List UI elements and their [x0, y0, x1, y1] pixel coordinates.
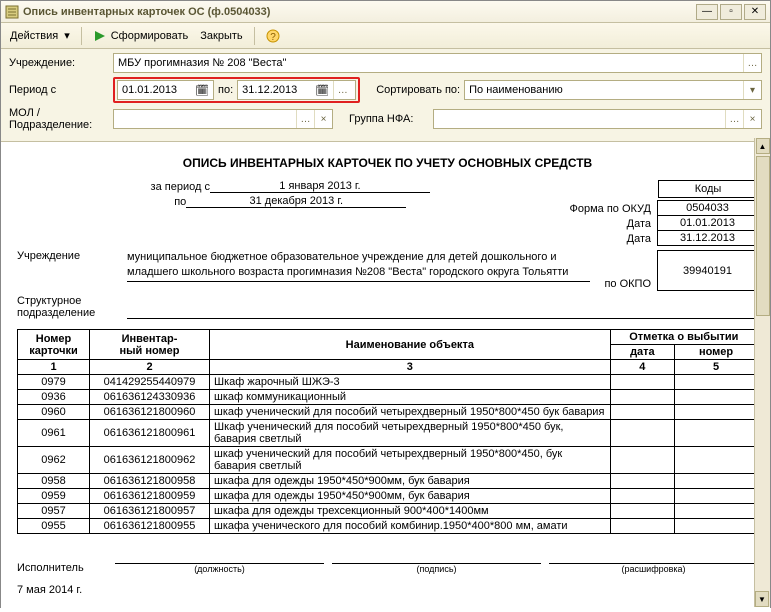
col-obj: Наименование объекта	[210, 330, 611, 360]
scroll-thumb[interactable]	[756, 156, 770, 316]
period-from-value: 1 января 2013 г.	[210, 180, 430, 193]
signature-sign-line	[332, 550, 541, 564]
period-to-prefix: по	[174, 196, 186, 208]
maximize-button[interactable]: ▫	[720, 4, 742, 20]
footer-date: 7 мая 2014 г.	[17, 584, 758, 596]
period-to-value: 31 декабря 2013 г.	[186, 195, 406, 208]
col-out-date: дата	[610, 345, 674, 360]
signature-row: Исполнитель (должность) (подпись) (расши…	[17, 550, 758, 574]
codes-table: Форма по ОКУД0504033 Дата01.01.2013 Дата…	[564, 200, 759, 246]
table-row: 0958061636121800958шкафа для одежды 1950…	[18, 474, 758, 489]
institution-full: муниципальное бюджетное образовательное …	[127, 250, 590, 282]
date-from-field[interactable]: 01.01.2013 🗓	[117, 80, 214, 100]
table-row: 0960061636121800960шкаф ученический для …	[18, 405, 758, 420]
period-label: Период с	[9, 84, 109, 96]
run-button[interactable]: Сформировать	[88, 26, 194, 46]
ellipsis-icon[interactable]: …	[296, 110, 314, 128]
minimize-button[interactable]: —	[696, 4, 718, 20]
close-button[interactable]: ✕	[744, 4, 766, 20]
col-out: Отметка о выбытии	[610, 330, 757, 345]
table-row: 0955061636121800955шкафа ученического дл…	[18, 519, 758, 534]
chevron-down-icon[interactable]: ▾	[743, 81, 761, 99]
table-row: 0959061636121800959шкафа для одежды 1950…	[18, 489, 758, 504]
table-row: 0936061636124330936шкаф коммуникационный	[18, 390, 758, 405]
okpo-block: по ОКПО39940191	[598, 250, 758, 291]
separator	[81, 27, 82, 45]
play-icon	[93, 29, 107, 43]
table-row: 0961061636121800961Шкаф ученический для …	[18, 420, 758, 447]
institution-field[interactable]: МБУ прогимназия № 208 "Веста" …	[113, 53, 762, 73]
help-button[interactable]: ?	[261, 26, 285, 46]
table-row: 0979041429255440979Шкаф жарочный ШЖЭ-3	[18, 375, 758, 390]
app-icon	[5, 5, 19, 19]
ellipsis-icon[interactable]: …	[333, 81, 351, 99]
sort-label: Сортировать по:	[376, 84, 460, 96]
signature-position-line	[115, 550, 324, 564]
group-nfa-field[interactable]: … ×	[433, 109, 762, 129]
codes-header: Коды	[658, 180, 758, 198]
separator	[254, 27, 255, 45]
executor-label: Исполнитель	[17, 562, 107, 574]
struct-value	[127, 305, 758, 319]
date-to-label: по:	[218, 84, 233, 96]
institution-label: Учреждение:	[9, 57, 109, 69]
chevron-down-icon: ▾	[64, 29, 70, 42]
toolbar: Действия ▾ Сформировать Закрыть ?	[1, 23, 770, 49]
mol-field[interactable]: … ×	[113, 109, 333, 129]
date-to-field[interactable]: 31.12.2013 🗓 …	[237, 80, 356, 100]
ellipsis-icon[interactable]: …	[725, 110, 743, 128]
scroll-up-icon[interactable]: ▲	[756, 138, 770, 154]
inventory-table: Номер карточки Инвентар- ный номер Наиме…	[17, 329, 758, 534]
title-bar: Опись инвентарных карточек ОС (ф.0504033…	[1, 1, 770, 23]
calendar-icon[interactable]: 🗓	[195, 84, 209, 97]
help-icon: ?	[266, 29, 280, 43]
table-row: 0962061636121800962шкаф ученический для …	[18, 447, 758, 474]
col-card: Номер карточки	[18, 330, 90, 360]
vertical-scrollbar[interactable]: ▲ ▼	[754, 138, 770, 607]
struct-label: Структурное подразделение	[17, 295, 127, 319]
window-title: Опись инвентарных карточек ОС (ф.0504033…	[23, 6, 694, 18]
report-area: ОПИСЬ ИНВЕНТАРНЫХ КАРТОЧЕК ПО УЧЕТУ ОСНО…	[1, 142, 770, 612]
col-inv: Инвентар- ный номер	[90, 330, 210, 360]
table-row: 0957061636121800957шкафа для одежды трех…	[18, 504, 758, 519]
sort-field[interactable]: По наименованию ▾	[464, 80, 762, 100]
institution-row-label: Учреждение	[17, 250, 127, 262]
scroll-down-icon[interactable]: ▼	[755, 591, 769, 607]
clear-icon[interactable]: ×	[743, 110, 761, 128]
clear-icon[interactable]: ×	[314, 110, 332, 128]
ellipsis-icon[interactable]: …	[743, 54, 761, 72]
close-report-button[interactable]: Закрыть	[195, 26, 247, 46]
svg-text:?: ?	[270, 32, 276, 43]
signature-decode-line	[549, 550, 758, 564]
group-label: Группа НФА:	[349, 113, 429, 125]
report-title: ОПИСЬ ИНВЕНТАРНЫХ КАРТОЧЕК ПО УЧЕТУ ОСНО…	[17, 156, 758, 170]
calendar-icon[interactable]: 🗓	[315, 84, 329, 97]
period-group: 01.01.2013 🗓 по: 31.12.2013 🗓 …	[113, 77, 360, 103]
mol-label: МОЛ / Подразделение:	[9, 107, 109, 131]
filter-panel: Учреждение: МБУ прогимназия № 208 "Веста…	[1, 49, 770, 142]
period-prefix: за период с	[151, 181, 210, 193]
actions-menu[interactable]: Действия ▾	[5, 26, 75, 46]
col-out-num: номер	[675, 345, 758, 360]
